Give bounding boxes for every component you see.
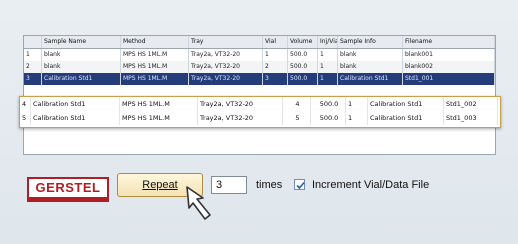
cell: 500.0 [311,97,346,111]
pointer-arrow-icon [186,186,211,220]
header-vial[interactable]: Vial [263,36,288,48]
cell[interactable]: 500.0 [288,73,318,85]
cell: 1 [24,49,42,61]
table-row[interactable]: 2 blank MPS HS 1ML.M Tray2a, VT32-20 2 5… [24,61,495,73]
cell[interactable]: blank [42,49,121,61]
cell: 3 [24,73,42,85]
cell[interactable]: Calibration Std1 [42,73,121,85]
cell: Calibration Std1 [31,111,120,125]
cell[interactable]: Tray2a, VT32-20 [189,49,263,61]
cell: Std1_003 [444,111,498,125]
table-header: Sample Name Method Tray Vial Volume Inj/… [24,36,495,49]
cell: Std1_002 [444,97,498,111]
cell[interactable]: blank [42,61,121,73]
cell: 5 [20,111,31,125]
cell[interactable]: 1 [318,61,338,73]
table-row-selected[interactable]: 3 Calibration Std1 MPS HS 1ML.M Tray2a, … [24,73,495,85]
cell[interactable]: Tray2a, VT32-20 [189,73,263,85]
preview-row: 5 Calibration Std1 MPS HS 1ML.M Tray2a, … [20,111,498,125]
sequence-panel: Sample Name Method Tray Vial Volume Inj/… [0,0,518,244]
cell[interactable]: 3 [263,73,288,85]
cell: Tray2a, VT32-20 [198,97,283,111]
cell[interactable]: blank002 [403,61,495,73]
cell[interactable]: MPS HS 1ML.M [121,73,189,85]
cell: 5 [283,111,311,125]
preview-row: 4 Calibration Std1 MPS HS 1ML.M Tray2a, … [20,97,498,111]
cell[interactable]: 2 [263,61,288,73]
table-row[interactable]: 1 blank MPS HS 1ML.M Tray2a, VT32-20 1 5… [24,49,495,61]
repeat-preview-rows: 4 Calibration Std1 MPS HS 1ML.M Tray2a, … [19,96,501,128]
cell[interactable]: MPS HS 1ML.M [121,49,189,61]
header-sample-name[interactable]: Sample Name [42,36,121,48]
increment-checkbox[interactable] [294,179,305,190]
times-label: times [256,179,283,191]
checkmark-icon [296,181,305,190]
header-inj-vial[interactable]: Inj/Vial [318,36,338,48]
cell[interactable]: 500.0 [288,49,318,61]
cell: MPS HS 1ML.M [120,111,198,125]
cell[interactable]: blank [338,49,403,61]
cell: 1 [346,97,368,111]
header-tray[interactable]: Tray [189,36,263,48]
header-index [24,36,42,48]
cell: 4 [20,97,31,111]
cell[interactable]: 500.0 [288,61,318,73]
cell[interactable]: 1 [263,49,288,61]
cell[interactable]: MPS HS 1ML.M [121,61,189,73]
cell: 500.0 [311,111,346,125]
header-method[interactable]: Method [121,36,189,48]
sequence-table[interactable]: Sample Name Method Tray Vial Volume Inj/… [23,35,496,155]
cell: MPS HS 1ML.M [120,97,198,111]
cell: 2 [24,61,42,73]
gerstel-logo: GERSTEL [27,177,109,202]
cell: 4 [283,97,311,111]
cell[interactable]: Std1_001 [403,73,495,85]
header-sample-info[interactable]: Sample Info [338,36,403,48]
header-volume[interactable]: Volume [288,36,318,48]
header-filename[interactable]: Filename [403,36,495,48]
cell[interactable]: Calibration Std1 [338,73,403,85]
cell: Calibration Std1 [368,97,444,111]
cell[interactable]: blank001 [403,49,495,61]
cell: Calibration Std1 [31,97,120,111]
increment-label: Increment Vial/Data File [312,179,430,191]
cell[interactable]: Tray2a, VT32-20 [189,61,263,73]
cell: 1 [346,111,368,125]
cell[interactable]: 1 [318,49,338,61]
cell: Calibration Std1 [368,111,444,125]
cell[interactable]: 1 [318,73,338,85]
cell[interactable]: blank [338,61,403,73]
cell: Tray2a, VT32-20 [198,111,283,125]
